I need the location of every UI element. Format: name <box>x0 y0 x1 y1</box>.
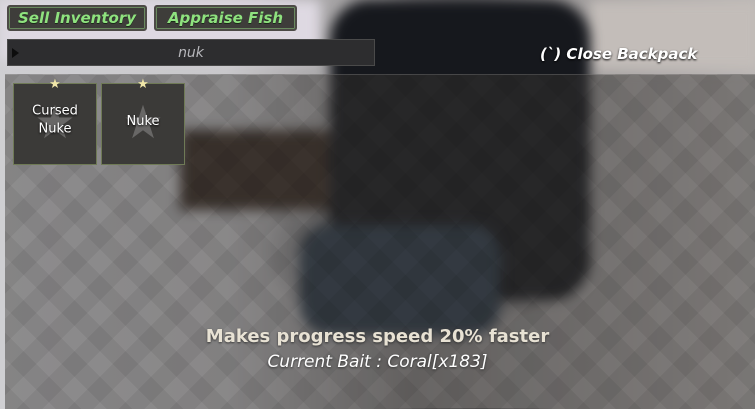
favorite-star-icon: ★ <box>137 77 149 92</box>
inventory-slot-nuke[interactable]: ★ ★ Nuke <box>101 78 185 165</box>
inventory-slot-cursed-nuke[interactable]: ★ ★ Cursed Nuke <box>13 78 97 165</box>
search-input[interactable] <box>8 43 374 62</box>
sell-inventory-button[interactable]: Sell Inventory <box>7 5 147 31</box>
inventory-slot-label: Cursed Nuke <box>32 103 78 137</box>
close-backpack-button[interactable]: (`) Close Backpack <box>540 45 697 63</box>
favorite-star-icon: ★ <box>49 77 61 92</box>
bait-description: Makes progress speed 20% faster <box>205 326 550 347</box>
inventory-slot-label: Nuke <box>126 114 160 130</box>
current-bait: Current Bait : Coral[x183] <box>267 352 488 372</box>
appraise-fish-button[interactable]: Appraise Fish <box>154 5 297 31</box>
search-arrow-icon <box>12 48 19 58</box>
search-bar[interactable] <box>7 39 375 66</box>
